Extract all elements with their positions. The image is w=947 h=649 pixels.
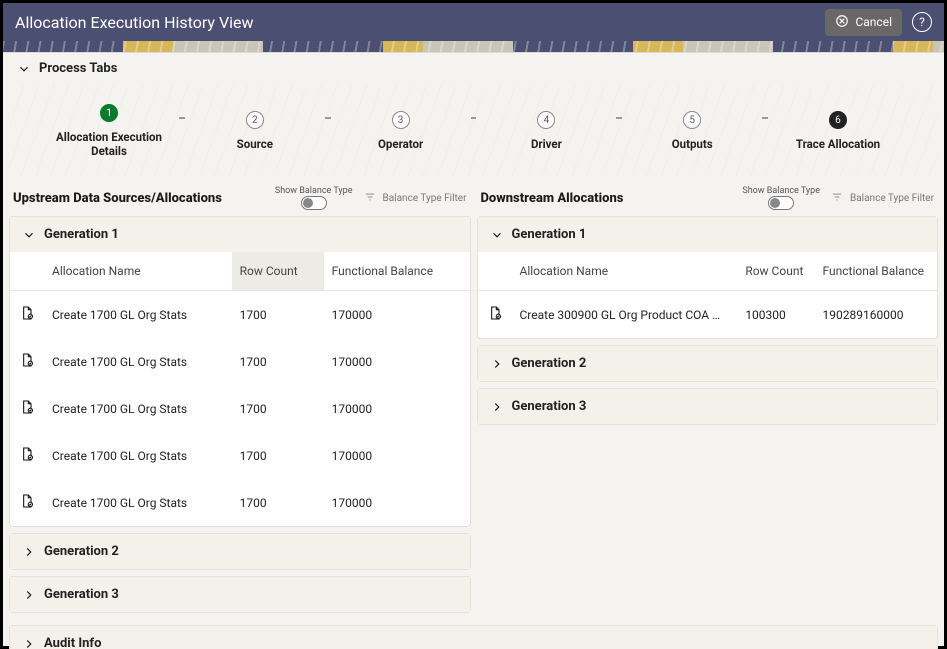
document-icon [10, 479, 44, 526]
upstream-gen2-label: Generation 2 [44, 544, 119, 559]
upstream-show-balance-toggle[interactable] [301, 196, 327, 210]
upstream-title: Upstream Data Sources/Allocations [13, 191, 222, 206]
upstream-gen1-label: Generation 1 [44, 227, 119, 242]
cell-row-count: 100300 [737, 291, 814, 339]
filter-icon [363, 190, 377, 207]
upstream-balance-type-filter-button[interactable]: Balance Type Filter [363, 190, 467, 207]
process-step-2[interactable]: 2 Source [185, 111, 325, 151]
table-row[interactable]: Create 1700 GL Org Stats 1700 170000 [10, 291, 470, 339]
table-row[interactable]: Create 1700 GL Org Stats 1700 170000 [10, 338, 470, 385]
step-label: Operator [378, 137, 423, 151]
cell-allocation-name: Create 1700 GL Org Stats [44, 479, 232, 526]
chevron-right-icon [22, 637, 36, 649]
chevron-down-icon [17, 62, 31, 76]
downstream-gen1-label: Generation 1 [512, 227, 587, 242]
col-row-count[interactable]: Row Count [737, 252, 814, 291]
process-tabs-label: Process Tabs [39, 61, 117, 76]
upstream-gen3-label: Generation 3 [44, 587, 119, 602]
document-icon [478, 291, 512, 339]
chevron-right-icon [22, 545, 36, 559]
step-dot: 5 [683, 111, 701, 129]
document-icon [10, 432, 44, 479]
upstream-generation-2-toggle[interactable]: Generation 2 [10, 534, 470, 569]
cell-functional-balance: 170000 [324, 385, 470, 432]
downstream-show-balance-toggle[interactable] [768, 196, 794, 210]
audit-info-toggle[interactable]: Audit Info [10, 626, 937, 649]
cell-allocation-name: Create 1700 GL Org Stats [44, 385, 232, 432]
cancel-label: Cancel [855, 15, 892, 29]
process-step-5[interactable]: 5 Outputs [622, 111, 762, 151]
step-label: Allocation Execution Details [39, 130, 179, 158]
col-functional-balance[interactable]: Functional Balance [324, 252, 470, 291]
step-label: Outputs [672, 137, 713, 151]
cell-row-count: 1700 [232, 432, 324, 479]
step-dot: 6 [829, 111, 847, 129]
cell-allocation-name: Create 1700 GL Org Stats [44, 432, 232, 479]
table-row[interactable]: Create 1700 GL Org Stats 1700 170000 [10, 385, 470, 432]
table-row[interactable]: Create 1700 GL Org Stats 1700 170000 [10, 432, 470, 479]
col-allocation-name[interactable]: Allocation Name [512, 252, 738, 291]
chevron-right-icon [490, 357, 504, 371]
chevron-right-icon [490, 400, 504, 414]
process-tabs-toggle[interactable]: Process Tabs [3, 53, 944, 84]
process-step-4[interactable]: 4 Driver [476, 111, 616, 151]
step-dot: 1 [100, 104, 118, 122]
decorative-strip [3, 41, 944, 53]
col-allocation-name[interactable]: Allocation Name [44, 252, 232, 291]
table-row[interactable]: Create 1700 GL Org Stats 1700 170000 [10, 479, 470, 526]
filter-icon [830, 190, 844, 207]
page-title: Allocation Execution History View [15, 13, 825, 32]
audit-info-label: Audit Info [44, 636, 101, 649]
chevron-down-icon [490, 228, 504, 242]
upstream-generation-1-toggle[interactable]: Generation 1 [10, 217, 470, 252]
document-icon [10, 338, 44, 385]
downstream-gen2-label: Generation 2 [512, 356, 587, 371]
table-row[interactable]: Create 300900 GL Org Product COA … 10030… [478, 291, 938, 339]
help-icon[interactable]: ? [912, 12, 932, 32]
cell-row-count: 1700 [232, 338, 324, 385]
col-row-count[interactable]: Row Count [232, 252, 324, 291]
cell-functional-balance: 190289160000 [815, 291, 937, 339]
cell-functional-balance: 170000 [324, 291, 470, 339]
chevron-right-icon [22, 588, 36, 602]
cell-functional-balance: 170000 [324, 479, 470, 526]
step-dot: 4 [537, 111, 555, 129]
cell-row-count: 1700 [232, 385, 324, 432]
step-dot: 3 [392, 111, 410, 129]
document-icon [10, 385, 44, 432]
upstream-show-balance-label: Show Balance Type [275, 186, 353, 196]
downstream-generation-2-toggle[interactable]: Generation 2 [478, 346, 938, 381]
step-label: Source [237, 137, 273, 151]
process-steps-panel: 1 Allocation Execution Details2 Source3 … [9, 84, 938, 176]
cell-allocation-name: Create 300900 GL Org Product COA … [512, 291, 738, 339]
downstream-gen3-label: Generation 3 [512, 399, 587, 414]
downstream-show-balance-label: Show Balance Type [742, 186, 820, 196]
cancel-button[interactable]: Cancel [825, 9, 902, 36]
step-label: Driver [531, 137, 562, 151]
cell-allocation-name: Create 1700 GL Org Stats [44, 291, 232, 339]
downstream-filter-label: Balance Type Filter [850, 193, 934, 204]
col-functional-balance[interactable]: Functional Balance [815, 252, 937, 291]
downstream-table: Allocation Name Row Count Functional Bal… [478, 252, 938, 338]
chevron-down-icon [22, 228, 36, 242]
downstream-balance-type-filter-button[interactable]: Balance Type Filter [830, 190, 934, 207]
cancel-icon [835, 14, 849, 31]
document-icon [10, 291, 44, 339]
process-step-1[interactable]: 1 Allocation Execution Details [39, 104, 179, 158]
cell-allocation-name: Create 1700 GL Org Stats [44, 338, 232, 385]
process-step-3[interactable]: 3 Operator [331, 111, 471, 151]
upstream-filter-label: Balance Type Filter [383, 193, 467, 204]
downstream-generation-3-toggle[interactable]: Generation 3 [478, 389, 938, 424]
cell-functional-balance: 170000 [324, 338, 470, 385]
step-label: Trace Allocation [796, 137, 880, 151]
cell-row-count: 1700 [232, 291, 324, 339]
cell-row-count: 1700 [232, 479, 324, 526]
step-dot: 2 [246, 111, 264, 129]
upstream-table: Allocation Name Row Count Functional Bal… [10, 252, 470, 526]
upstream-generation-3-toggle[interactable]: Generation 3 [10, 577, 470, 612]
process-step-6[interactable]: 6 Trace Allocation [768, 111, 908, 151]
cell-functional-balance: 170000 [324, 432, 470, 479]
downstream-title: Downstream Allocations [481, 191, 624, 206]
downstream-generation-1-toggle[interactable]: Generation 1 [478, 217, 938, 252]
